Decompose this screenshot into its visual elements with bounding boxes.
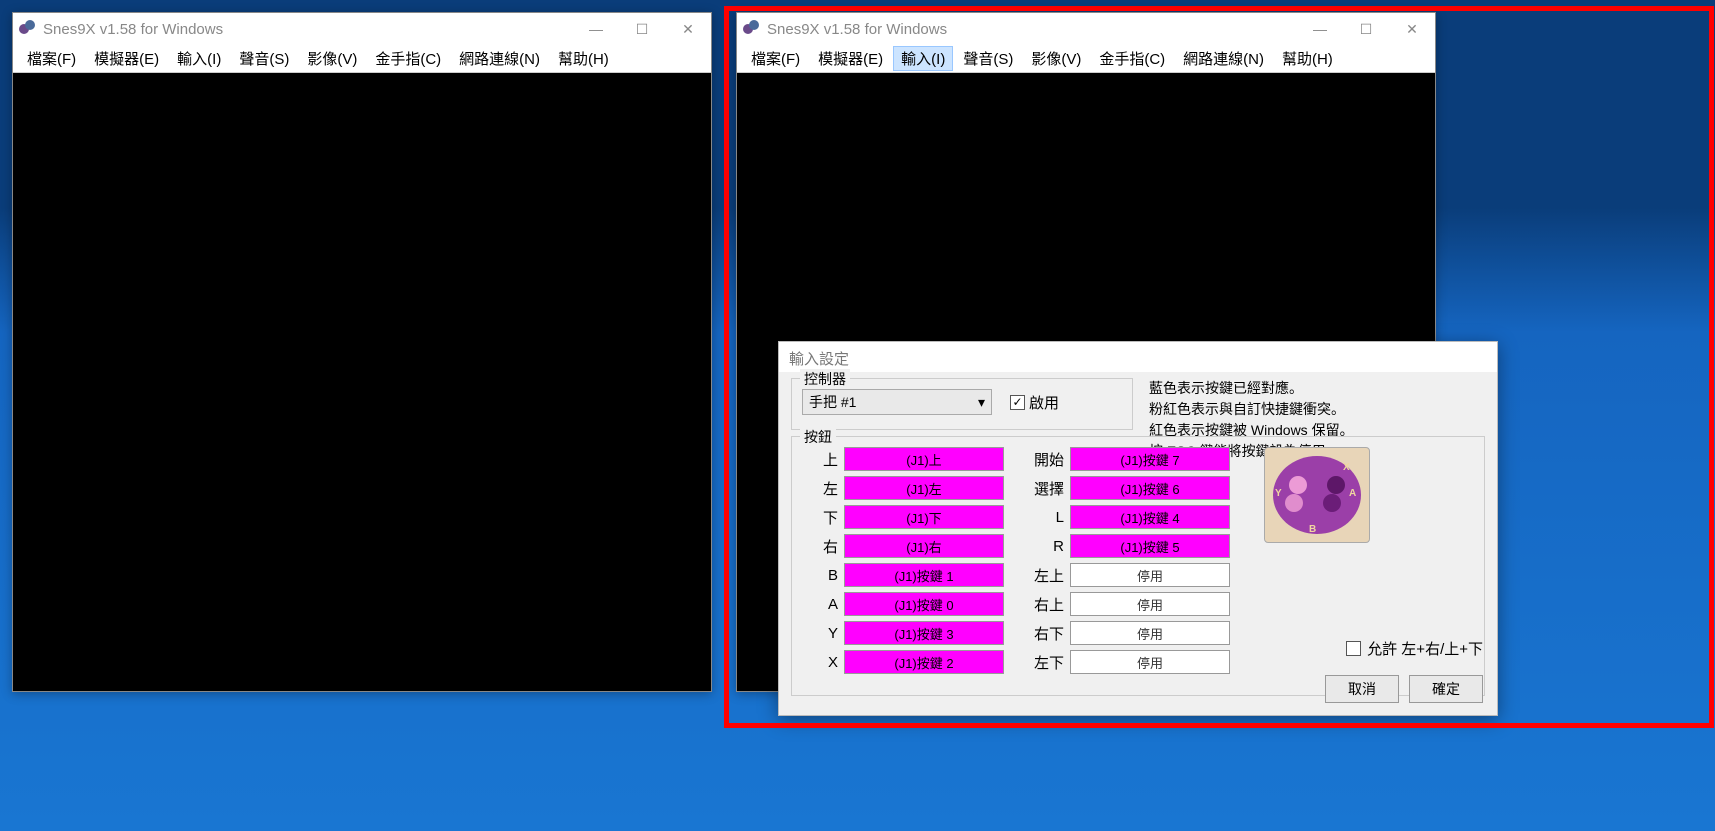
menu-sound[interactable]: 聲音(S)	[955, 46, 1021, 71]
left-column: 上 (J1)上左 (J1)左下 (J1)下右 (J1)右 B (J1)按鍵 1 A (J1)按鍵…	[802, 447, 1004, 674]
controller-select-value: 手把 #1	[809, 392, 856, 412]
mapping-label: 開始	[1028, 449, 1064, 470]
mapping-row: 右上停用	[1028, 592, 1230, 616]
mapping-label: L	[1028, 509, 1064, 526]
mapping-field[interactable]: (J1)按鍵 3	[844, 621, 1004, 645]
mapping-label: 左下	[1028, 652, 1064, 673]
mapping-row: Y (J1)按鍵 3	[802, 621, 1004, 645]
mapping-row: 上 (J1)上	[802, 447, 1004, 471]
menu-input[interactable]: 輸入(I)	[169, 46, 229, 71]
enable-checkbox[interactable]: ✓ 啟用	[1010, 392, 1059, 413]
dialog-title: 輸入設定	[779, 342, 1497, 372]
menu-file[interactable]: 檔案(F)	[19, 46, 84, 71]
menubar: 檔案(F) 模擬器(E) 輸入(I) 聲音(S) 影像(V) 金手指(C) 網路…	[13, 45, 711, 73]
app-window-left: Snes9X v1.58 for Windows — ☐ ✕ 檔案(F) 模擬器…	[12, 12, 712, 692]
chevron-down-icon: ▾	[978, 394, 985, 411]
mapping-field[interactable]: (J1)按鍵 4	[1070, 505, 1230, 529]
maximize-button[interactable]: ☐	[1343, 13, 1389, 45]
mapping-label: 下	[802, 507, 838, 528]
mapping-label: R	[1028, 538, 1064, 555]
mapping-field[interactable]: (J1)按鍵 2	[844, 650, 1004, 674]
menu-help[interactable]: 幫助(H)	[1274, 46, 1341, 71]
mapping-field[interactable]: (J1)左	[844, 476, 1004, 500]
mapping-label: 右上	[1028, 594, 1064, 615]
menu-file[interactable]: 檔案(F)	[743, 46, 808, 71]
close-button[interactable]: ✕	[1389, 13, 1435, 45]
menu-emulator[interactable]: 模擬器(E)	[86, 46, 167, 71]
checkbox-icon	[1346, 641, 1361, 656]
mapping-row: 選擇 (J1)按鍵 6	[1028, 476, 1230, 500]
menu-video[interactable]: 影像(V)	[1023, 46, 1089, 71]
titlebar[interactable]: Snes9X v1.58 for Windows — ☐ ✕	[737, 13, 1435, 45]
mapping-label: Y	[802, 625, 838, 642]
menu-sound[interactable]: 聲音(S)	[231, 46, 297, 71]
mapping-field[interactable]: (J1)按鍵 1	[844, 563, 1004, 587]
mapping-row: 左下停用	[1028, 650, 1230, 674]
buttons-group-label: 按鈕	[800, 427, 836, 447]
mapping-row: X (J1)按鍵 2	[802, 650, 1004, 674]
titlebar[interactable]: Snes9X v1.58 for Windows — ☐ ✕	[13, 13, 711, 45]
mapping-field[interactable]: (J1)上	[844, 447, 1004, 471]
mapping-field[interactable]: 停用	[1070, 650, 1230, 674]
mapping-label: 上	[802, 449, 838, 470]
menu-help[interactable]: 幫助(H)	[550, 46, 617, 71]
enable-label: 啟用	[1029, 392, 1059, 413]
display-area	[13, 73, 711, 691]
checkbox-icon: ✓	[1010, 395, 1025, 410]
window-title: Snes9X v1.58 for Windows	[767, 21, 1297, 38]
right-column: 開始 (J1)按鍵 7 選擇 (J1)按鍵 6 L (J1)按鍵 4 R (J1)按鍵 5 左上…	[1028, 447, 1230, 674]
mapping-field[interactable]: 停用	[1070, 621, 1230, 645]
mapping-row: L (J1)按鍵 4	[1028, 505, 1230, 529]
mapping-field[interactable]: (J1)按鍵 6	[1070, 476, 1230, 500]
allow-diagonal-checkbox[interactable]: 允許 左+右/上+下	[1346, 638, 1483, 659]
mapping-row: 左上停用	[1028, 563, 1230, 587]
maximize-button[interactable]: ☐	[619, 13, 665, 45]
controller-group-label: 控制器	[800, 369, 850, 389]
menu-cheat[interactable]: 金手指(C)	[367, 46, 449, 71]
mapping-row: 下 (J1)下	[802, 505, 1004, 529]
menu-video[interactable]: 影像(V)	[299, 46, 365, 71]
minimize-button[interactable]: —	[1297, 13, 1343, 45]
mapping-field[interactable]: (J1)按鍵 7	[1070, 447, 1230, 471]
allow-diagonal-label: 允許 左+右/上+下	[1367, 638, 1483, 659]
mapping-label: 左	[802, 478, 838, 499]
mapping-label: 右下	[1028, 623, 1064, 644]
mapping-row: 開始 (J1)按鍵 7	[1028, 447, 1230, 471]
mapping-field[interactable]: (J1)按鍵 0	[844, 592, 1004, 616]
mapping-field[interactable]: (J1)下	[844, 505, 1004, 529]
menu-netplay[interactable]: 網路連線(N)	[451, 46, 548, 71]
mapping-row: R (J1)按鍵 5	[1028, 534, 1230, 558]
menu-emulator[interactable]: 模擬器(E)	[810, 46, 891, 71]
ok-button[interactable]: 確定	[1409, 675, 1483, 703]
mapping-row: A (J1)按鍵 0	[802, 592, 1004, 616]
mapping-label: 右	[802, 536, 838, 557]
controller-select[interactable]: 手把 #1 ▾	[802, 389, 992, 415]
mapping-label: X	[802, 654, 838, 671]
mapping-label: B	[802, 567, 838, 584]
controller-image: XABY	[1264, 447, 1370, 543]
minimize-button[interactable]: —	[573, 13, 619, 45]
window-title: Snes9X v1.58 for Windows	[43, 21, 573, 38]
menu-input[interactable]: 輸入(I)	[893, 46, 953, 71]
close-button[interactable]: ✕	[665, 13, 711, 45]
mapping-field[interactable]: (J1)右	[844, 534, 1004, 558]
menubar: 檔案(F) 模擬器(E) 輸入(I) 聲音(S) 影像(V) 金手指(C) 網路…	[737, 45, 1435, 73]
mapping-label: 左上	[1028, 565, 1064, 586]
app-icon	[19, 20, 37, 38]
menu-cheat[interactable]: 金手指(C)	[1091, 46, 1173, 71]
mapping-label: 選擇	[1028, 478, 1064, 499]
menu-netplay[interactable]: 網路連線(N)	[1175, 46, 1272, 71]
mapping-row: 左 (J1)左	[802, 476, 1004, 500]
app-icon	[743, 20, 761, 38]
mapping-field[interactable]: (J1)按鍵 5	[1070, 534, 1230, 558]
mapping-row: 右 (J1)右	[802, 534, 1004, 558]
mapping-row: 右下停用	[1028, 621, 1230, 645]
input-settings-dialog: 輸入設定 控制器 手把 #1 ▾ ✓ 啟用 藍色表示按鍵已經對應。 粉紅色表示與…	[778, 341, 1498, 716]
mapping-field[interactable]: 停用	[1070, 592, 1230, 616]
mapping-row: B (J1)按鍵 1	[802, 563, 1004, 587]
mapping-label: A	[802, 596, 838, 613]
cancel-button[interactable]: 取消	[1325, 675, 1399, 703]
mapping-field[interactable]: 停用	[1070, 563, 1230, 587]
